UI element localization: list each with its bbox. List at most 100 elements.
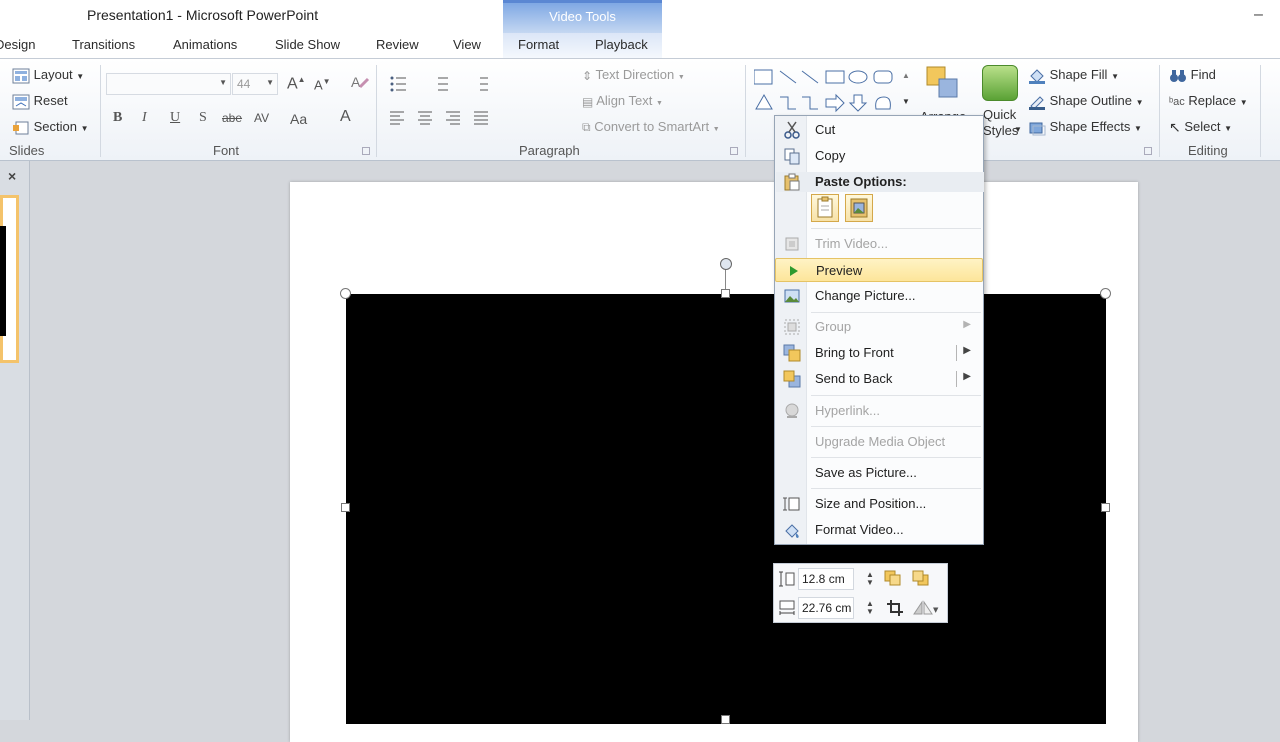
convert-smartart-button[interactable]: ⧉ Convert to SmartArt ▼ (582, 119, 720, 135)
paste-as-picture-button[interactable] (845, 194, 873, 222)
tab-review[interactable]: Review (376, 37, 419, 52)
shape-effects-button[interactable]: Shape Effects ▼ (1028, 119, 1142, 136)
shrink-font-button[interactable]: A▼ (314, 77, 331, 92)
resize-handle-top-right[interactable] (1100, 288, 1111, 299)
menu-item-send-to-back[interactable]: Send to Back ▶ (775, 367, 983, 391)
pen-icon (1029, 95, 1045, 110)
menu-item-trim-video[interactable]: Trim Video... (775, 232, 983, 256)
window-title: Presentation1 - Microsoft PowerPoint (87, 7, 319, 23)
tab-slide-show[interactable]: Slide Show (275, 37, 340, 52)
font-name-combo[interactable]: ▼ (106, 73, 231, 95)
send-backward-icon[interactable] (912, 570, 930, 586)
video-object[interactable] (346, 294, 1106, 724)
cursor-arrow-icon: ↖ (1169, 119, 1181, 136)
menu-separator (811, 228, 981, 229)
width-spinner[interactable]: ▲ ▼ (866, 600, 874, 616)
find-button[interactable]: Find (1169, 67, 1216, 84)
quick-styles-dropdown[interactable]: ▼ (1014, 125, 1022, 134)
font-color-button[interactable]: A (340, 108, 351, 126)
submenu-arrow-icon[interactable]: ▶ (963, 345, 971, 356)
menu-item-bring-to-front[interactable]: Bring to Front ▶ (775, 341, 983, 365)
smartart-icon: ⧉ (582, 120, 591, 135)
quick-styles-icon[interactable] (982, 65, 1018, 101)
alignment-icons[interactable] (390, 110, 500, 126)
align-text-icon: ▤ (582, 94, 594, 109)
height-icon (779, 571, 795, 587)
gallery-more-button[interactable]: ▼ (902, 97, 910, 106)
layout-button[interactable]: Layout ▼ (12, 67, 84, 84)
tab-transitions[interactable]: Transitions (72, 37, 135, 52)
grow-font-button[interactable]: A▲ (287, 75, 306, 93)
rotate-icon[interactable]: ▼ (912, 600, 940, 616)
resize-handle-top[interactable] (721, 289, 730, 298)
menu-item-group[interactable]: Group ▶ (775, 315, 983, 339)
text-direction-button[interactable]: ⇕ Text Direction ▼ (582, 67, 685, 83)
minimize-button[interactable]: – (1254, 6, 1263, 24)
submenu-divider (956, 345, 957, 361)
menu-separator (811, 312, 981, 313)
clear-formatting-icon[interactable]: A (350, 73, 370, 94)
menu-item-cut[interactable]: Cut (775, 118, 983, 142)
shape-fill-label: Shape Fill (1049, 67, 1108, 82)
width-input[interactable]: 22.76 cm (798, 597, 854, 619)
send-to-back-icon (783, 370, 801, 388)
crop-icon[interactable] (886, 599, 904, 617)
tab-format[interactable]: Format (518, 37, 559, 52)
bold-button[interactable]: B (113, 110, 122, 126)
shape-outline-button[interactable]: Shape Outline ▼ (1028, 93, 1144, 110)
menu-item-copy[interactable]: Copy (775, 144, 983, 168)
menu-item-preview[interactable]: Preview (775, 258, 983, 282)
group-divider (1159, 65, 1160, 157)
size-mini-toolbar: 12.8 cm ▲ ▼ 22.76 cm ▲ ▼ ▼ (773, 563, 948, 623)
menu-item-format-video[interactable]: Format Video... (775, 518, 983, 542)
underline-button[interactable]: U (170, 110, 180, 126)
menu-label: Bring to Front (815, 345, 894, 360)
tab-design[interactable]: Design (0, 37, 35, 52)
shapes-gallery[interactable] (754, 67, 914, 115)
rotation-handle[interactable] (720, 258, 732, 270)
replace-label: Replace (1188, 93, 1237, 108)
height-spinner[interactable]: ▲ ▼ (866, 571, 874, 587)
character-spacing-button[interactable]: AV (254, 111, 269, 125)
menu-item-save-as-picture[interactable]: Save as Picture... (775, 461, 983, 485)
group-icon (784, 319, 800, 335)
select-button[interactable]: ↖ Select ▼ (1169, 119, 1232, 136)
font-size-combo[interactable]: 44 ▼ (232, 73, 278, 95)
trim-video-icon (785, 237, 799, 251)
align-text-button[interactable]: ▤ Align Text ▼ (582, 93, 663, 109)
select-label: Select (1184, 119, 1221, 134)
submenu-arrow-icon[interactable]: ▶ (963, 371, 971, 382)
strikethrough-button[interactable]: abe (222, 111, 242, 125)
tab-view[interactable]: View (453, 37, 481, 52)
menu-item-change-picture[interactable]: Change Picture... (775, 284, 983, 308)
italic-button[interactable]: I (142, 110, 147, 126)
paste-keep-source-button[interactable] (811, 194, 839, 222)
resize-handle-right[interactable] (1101, 503, 1110, 512)
list-buttons-icon[interactable] (388, 75, 488, 93)
gallery-scroll-up[interactable]: ▲ (902, 71, 910, 80)
paint-bucket-icon (1029, 68, 1045, 84)
editing-group-label: Editing (1188, 143, 1228, 158)
tab-animations[interactable]: Animations (173, 37, 237, 52)
reset-button[interactable]: Reset (12, 93, 68, 110)
menu-item-hyperlink[interactable]: Hyperlink... (775, 399, 983, 423)
arrange-icon[interactable] (925, 65, 965, 105)
font-dialog-launcher[interactable] (362, 147, 370, 155)
resize-handle-top-left[interactable] (340, 288, 351, 299)
menu-label: Cut (815, 122, 836, 137)
bring-forward-icon[interactable] (884, 570, 902, 586)
menu-label: Trim Video... (815, 236, 888, 251)
menu-item-size-position[interactable]: Size and Position... (775, 492, 983, 516)
change-case-button[interactable]: Aa (290, 111, 307, 127)
paragraph-dialog-launcher[interactable] (730, 147, 738, 155)
shadow-button[interactable]: S (199, 110, 207, 126)
section-button[interactable]: Section ▼ (12, 119, 89, 136)
tab-playback[interactable]: Playback (595, 37, 648, 52)
close-pane-icon[interactable]: × (8, 168, 16, 184)
replace-button[interactable]: ᵇac Replace ▼ (1169, 93, 1248, 108)
resize-handle-left[interactable] (341, 503, 350, 512)
height-input[interactable]: 12.8 cm (798, 568, 854, 590)
shape-fill-button[interactable]: Shape Fill ▼ (1028, 67, 1119, 84)
menu-item-upgrade-media[interactable]: Upgrade Media Object (775, 430, 983, 454)
drawing-dialog-launcher[interactable] (1144, 147, 1152, 155)
